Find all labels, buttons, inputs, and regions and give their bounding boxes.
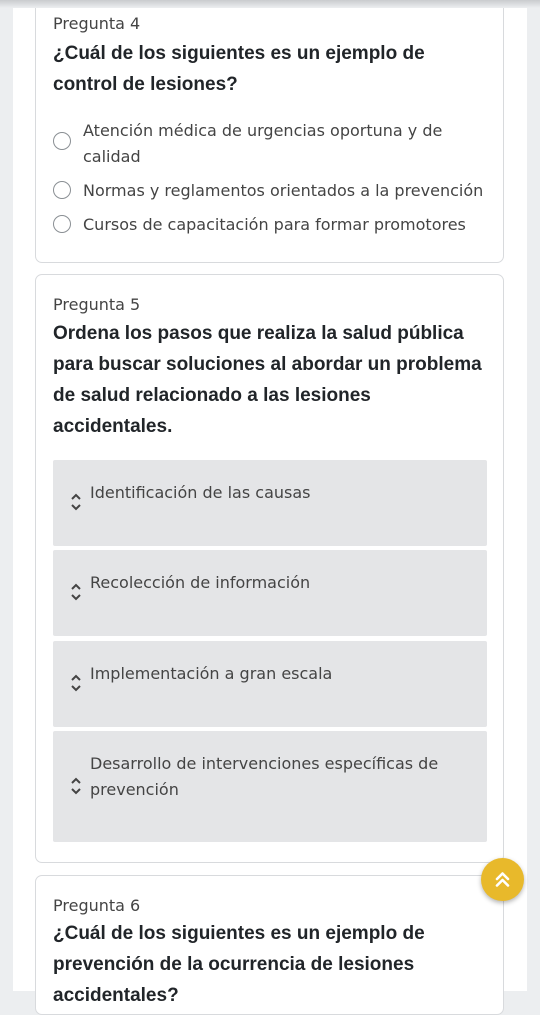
- radio-unchecked-icon[interactable]: [53, 132, 71, 150]
- sortable-item[interactable]: Desarrollo de intervenciones específicas…: [53, 731, 487, 842]
- question-4-card: Pregunta 4 ¿Cuál de los siguientes es un…: [35, 0, 504, 263]
- option-label: Atención médica de urgencias oportuna y …: [83, 121, 443, 166]
- option-label: Cursos de capacitación para formar promo…: [83, 215, 466, 234]
- question-text: ¿Cuál de los siguientes es un ejemplo de…: [53, 43, 425, 95]
- sortable-item-label: Desarrollo de intervenciones específicas…: [90, 754, 439, 799]
- option-normas[interactable]: Normas y reglamentos orientados a la pre…: [53, 178, 493, 204]
- double-chevron-up-icon: [495, 872, 510, 887]
- sortable-item-label: Implementación a gran escala: [90, 664, 333, 683]
- radio-unchecked-icon[interactable]: [53, 181, 71, 199]
- scroll-to-top-button[interactable]: [481, 858, 524, 901]
- question-text: ¿Cuál de los siguientes es un ejemplo de…: [53, 923, 425, 1006]
- top-shadow: [0, 0, 540, 8]
- sortable-item[interactable]: Identificación de las causas: [53, 460, 487, 546]
- question-text: Ordena los pasos que realiza la salud pú…: [53, 323, 482, 437]
- sortable-item-label: Identificación de las causas: [90, 483, 311, 502]
- option-cursos[interactable]: Cursos de capacitación para formar promo…: [53, 212, 493, 238]
- question-label: Pregunta 6: [53, 896, 141, 915]
- question-5-card: Pregunta 5 Ordena los pasos que realiza …: [35, 274, 504, 863]
- sort-up-down-icon[interactable]: [69, 774, 83, 798]
- sort-up-down-icon[interactable]: [69, 580, 83, 604]
- option-label: Normas y reglamentos orientados a la pre…: [83, 181, 484, 200]
- sortable-item[interactable]: Implementación a gran escala: [53, 641, 487, 727]
- sort-up-down-icon[interactable]: [69, 671, 83, 695]
- option-urgencias[interactable]: Atención médica de urgencias oportuna y …: [53, 118, 493, 170]
- radio-unchecked-icon[interactable]: [53, 215, 71, 233]
- question-label: Pregunta 5: [53, 295, 141, 314]
- sortable-item[interactable]: Recolección de información: [53, 550, 487, 636]
- sortable-item-label: Recolección de información: [90, 573, 311, 592]
- sort-up-down-icon[interactable]: [69, 490, 83, 514]
- question-6-card: Pregunta 6 ¿Cuál de los siguientes es un…: [35, 875, 504, 1015]
- question-label: Pregunta 4: [53, 14, 141, 33]
